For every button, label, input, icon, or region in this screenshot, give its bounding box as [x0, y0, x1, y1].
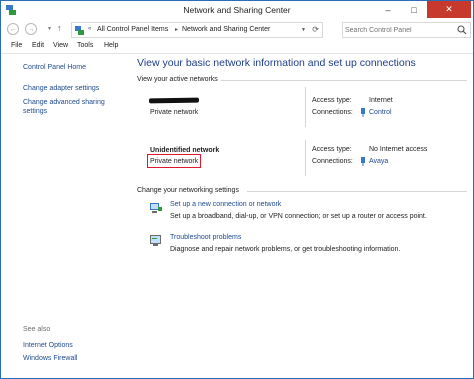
address-dropdown-icon[interactable]: ▼	[301, 27, 306, 33]
section-divider	[247, 191, 467, 192]
network-2-connections-label: Connections:	[312, 158, 353, 165]
network-1-access-label: Access type:	[312, 97, 352, 104]
control-panel-home-link[interactable]: Control Panel Home	[23, 63, 86, 72]
title-bar: Network and Sharing Center – □ ✕	[1, 1, 473, 20]
control-panel-icon	[75, 26, 84, 35]
breadcrumb-overflow-icon[interactable]: «	[88, 26, 91, 32]
change-adapter-settings-link[interactable]: Change adapter settings	[23, 84, 99, 93]
highlight-box	[147, 154, 201, 168]
menu-edit[interactable]: Edit	[32, 42, 44, 49]
breadcrumb-all-items[interactable]: All Control Panel Items	[97, 26, 168, 33]
network-2-access-label: Access type:	[312, 146, 352, 153]
menu-bar: File Edit View Tools Help	[1, 40, 473, 54]
search-input[interactable]	[345, 24, 453, 36]
page-title: View your basic network information and …	[137, 57, 416, 69]
left-pane: Control Panel Home Change adapter settin…	[1, 54, 129, 378]
breadcrumb-network-center[interactable]: Network and Sharing Center	[182, 26, 270, 33]
network-sharing-window: Network and Sharing Center – □ ✕ ← → ▼ ↑…	[0, 0, 474, 379]
windows-firewall-link[interactable]: Windows Firewall	[23, 354, 77, 363]
see-also-heading: See also	[23, 326, 51, 333]
refresh-icon[interactable]: ⟳	[312, 25, 319, 34]
search-box[interactable]	[342, 22, 471, 38]
search-icon[interactable]	[457, 25, 467, 35]
network-2-connection-link[interactable]: Avaya	[369, 158, 388, 165]
network-1-connection-link[interactable]: Control	[369, 109, 392, 116]
breadcrumb[interactable]: « All Control Panel Items ▸ Network and …	[71, 22, 323, 38]
up-arrow-button[interactable]: ↑	[57, 23, 62, 33]
menu-tools[interactable]: Tools	[77, 42, 93, 49]
network-1-divider	[305, 87, 306, 127]
active-networks-heading: View your active networks	[137, 76, 218, 83]
main-content: View your basic network information and …	[129, 54, 473, 378]
troubleshoot-link[interactable]: Troubleshoot problems	[170, 234, 241, 241]
setup-connection-link[interactable]: Set up a new connection or network	[170, 201, 281, 208]
troubleshoot-description: Diagnose and repair network problems, or…	[170, 246, 401, 253]
ethernet-icon	[361, 108, 365, 117]
network-1-connections-label: Connections:	[312, 109, 353, 116]
redacted-network-name	[148, 97, 200, 104]
back-button[interactable]: ←	[7, 23, 19, 35]
ethernet-icon	[361, 157, 365, 166]
maximize-button[interactable]: □	[401, 1, 427, 18]
close-button[interactable]: ✕	[427, 1, 471, 18]
network-2-divider	[305, 140, 306, 176]
chevron-right-icon: ▸	[175, 27, 179, 33]
menu-view[interactable]: View	[53, 42, 68, 49]
window-controls: – □ ✕	[375, 1, 471, 18]
setup-connection-description: Set up a broadband, dial-up, or VPN conn…	[170, 213, 427, 220]
section-divider	[221, 80, 467, 81]
menu-file[interactable]: File	[11, 42, 22, 49]
address-toolbar: ← → ▼ ↑ « All Control Panel Items ▸ Netw…	[1, 20, 473, 40]
network-1-type-link[interactable]: Private network	[150, 109, 198, 116]
troubleshoot-icon	[150, 235, 161, 246]
new-connection-icon	[150, 203, 162, 213]
settings-heading: Change your networking settings	[137, 187, 239, 194]
internet-options-link[interactable]: Internet Options	[23, 341, 73, 350]
change-advanced-sharing-link[interactable]: Change advanced sharing settings	[23, 98, 115, 116]
network-1-access-value: Internet	[369, 97, 393, 104]
recent-pages-dropdown-icon[interactable]: ▼	[47, 26, 52, 32]
network-2-access-value: No Internet access	[369, 146, 428, 153]
menu-help[interactable]: Help	[104, 42, 118, 49]
network-2-name: Unidentified network	[150, 147, 220, 154]
minimize-button[interactable]: –	[375, 1, 401, 18]
forward-button[interactable]: →	[25, 23, 37, 35]
